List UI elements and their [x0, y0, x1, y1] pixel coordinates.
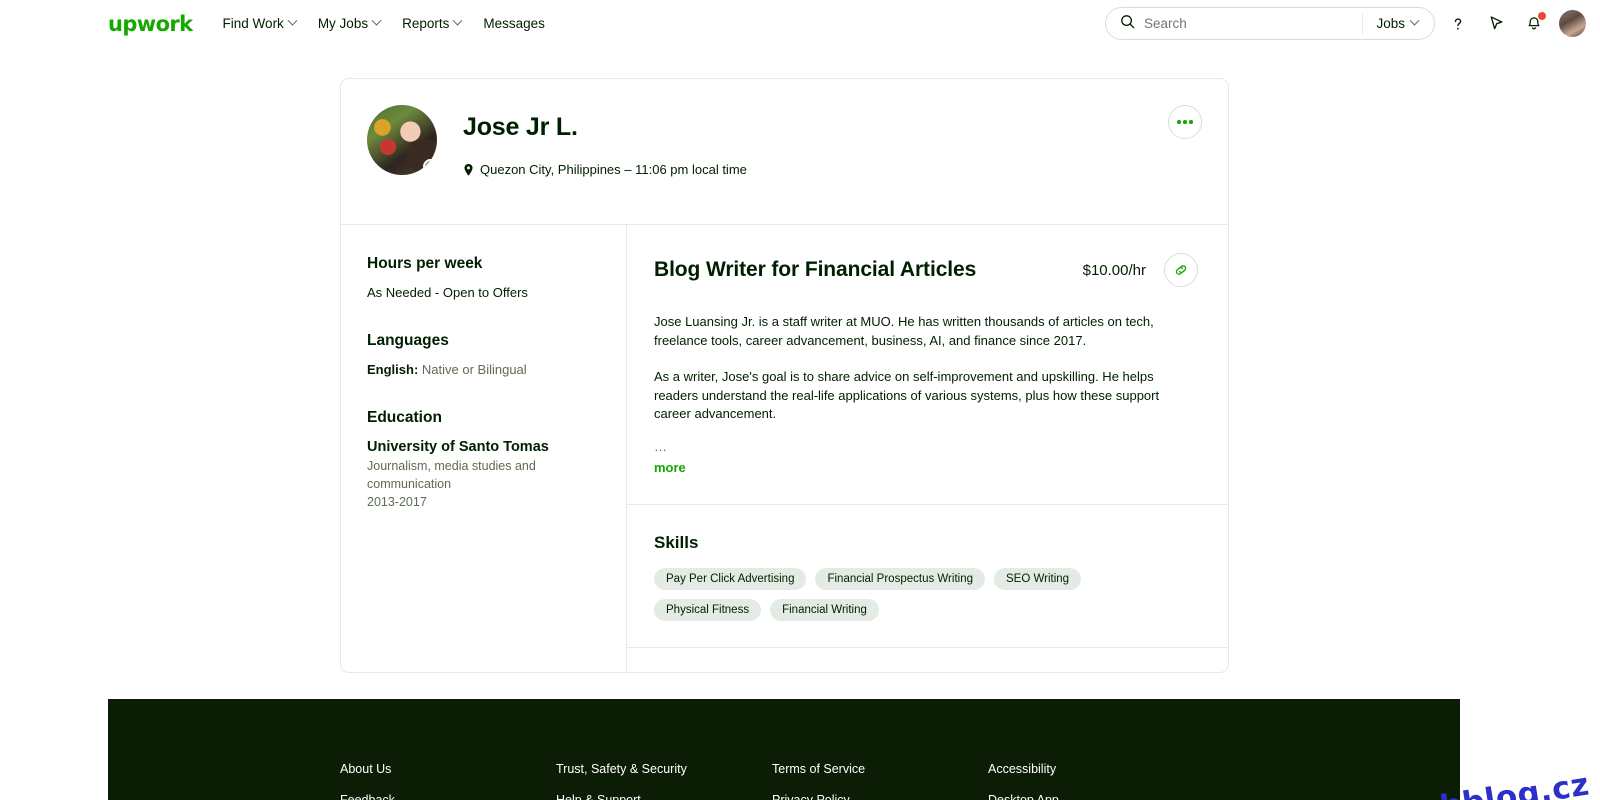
- profile-sidebar: Hours per week As Needed - Open to Offer…: [341, 225, 627, 672]
- site-footer: About Us Feedback Trust, Safety & Securi…: [108, 699, 1460, 800]
- profile-identity: Jose Jr L. Quezon City, Philippines – 11…: [463, 105, 747, 224]
- language-name: English:: [367, 362, 419, 377]
- nav-item-my-jobs[interactable]: My Jobs: [317, 15, 382, 31]
- header-right-controls: Jobs: [1105, 7, 1586, 40]
- footer-link-desktop-app[interactable]: Desktop App: [988, 793, 1204, 800]
- footer-column: Accessibility Desktop App: [988, 762, 1204, 800]
- search-scope-label: Jobs: [1376, 16, 1405, 31]
- language-row: English: Native or Bilingual: [367, 362, 600, 377]
- profile-body: Hours per week As Needed - Open to Offer…: [341, 225, 1228, 672]
- languages-heading: Languages: [367, 332, 449, 349]
- top-navigation-bar: upwork Find Work My Jobs Reports Message…: [0, 0, 1600, 47]
- nav-label: Reports: [402, 16, 450, 31]
- user-avatar[interactable]: [1559, 10, 1586, 37]
- chevron-down-icon: [452, 15, 463, 26]
- description-truncation: …: [654, 439, 667, 455]
- job-link-button[interactable]: [1164, 253, 1198, 287]
- skill-chip[interactable]: Pay Per Click Advertising: [654, 568, 807, 591]
- job-section: Blog Writer for Financial Articles $10.0…: [627, 225, 1228, 506]
- skills-heading: Skills: [654, 533, 699, 553]
- help-icon: [1454, 17, 1462, 30]
- hours-section: Hours per week As Needed - Open to Offer…: [367, 255, 600, 300]
- profile-location: Quezon City, Philippines – 11:06 pm loca…: [463, 162, 747, 177]
- profile-location-text: Quezon City, Philippines – 11:06 pm loca…: [480, 162, 747, 177]
- education-degree: Journalism, media studies and communicat…: [367, 459, 536, 491]
- education-heading: Education: [367, 409, 442, 426]
- footer-columns: About Us Feedback Trust, Safety & Securi…: [340, 762, 1460, 800]
- nav-item-reports[interactable]: Reports: [402, 15, 463, 31]
- upwork-logo[interactable]: upwork: [108, 12, 193, 36]
- main-nav: Find Work My Jobs Reports Messages: [222, 15, 545, 31]
- description-paragraph: Jose Luansing Jr. is a staff writer at M…: [654, 314, 1154, 348]
- footer-link-feedback[interactable]: Feedback: [340, 793, 556, 800]
- hours-heading: Hours per week: [367, 255, 483, 272]
- nav-label: Messages: [483, 16, 545, 31]
- footer-link-terms[interactable]: Terms of Service: [772, 762, 988, 776]
- ellipsis-icon: [1177, 120, 1181, 124]
- skills-list: Pay Per Click Advertising Financial Pros…: [654, 568, 1174, 622]
- search-scope-dropdown[interactable]: Jobs: [1363, 15, 1434, 31]
- nav-label: Find Work: [222, 16, 284, 31]
- show-more-link[interactable]: more: [654, 459, 686, 478]
- education-school: University of Santo Tomas: [367, 439, 549, 455]
- chevron-down-icon: [1409, 15, 1420, 26]
- ellipsis-icon: [1183, 120, 1187, 124]
- status-badge: [423, 159, 437, 174]
- job-rate: $10.00/hr: [1082, 261, 1146, 279]
- footer-link-accessibility[interactable]: Accessibility: [988, 762, 1204, 776]
- skills-section: Skills Pay Per Click Advertising Financi…: [627, 505, 1228, 649]
- notifications-button[interactable]: [1519, 9, 1549, 39]
- notification-badge: [1538, 11, 1546, 20]
- footer-column: Terms of Service Privacy Policy: [772, 762, 988, 800]
- profile-avatar[interactable]: [367, 105, 437, 175]
- footer-column: About Us Feedback: [340, 762, 556, 800]
- search-bar[interactable]: Jobs: [1105, 7, 1435, 40]
- nav-item-find-work[interactable]: Find Work: [222, 15, 298, 31]
- skill-chip[interactable]: SEO Writing: [993, 568, 1082, 591]
- nav-item-messages[interactable]: Messages: [483, 16, 545, 31]
- skill-chip[interactable]: Financial Writing: [770, 599, 879, 622]
- profile-menu-button[interactable]: [1168, 105, 1202, 139]
- footer-link-trust-safety[interactable]: Trust, Safety & Security: [556, 762, 772, 776]
- description-paragraph: As a writer, Jose's goal is to share adv…: [654, 368, 1160, 422]
- link-icon: [1175, 265, 1187, 275]
- search-icon: [1120, 14, 1135, 34]
- ellipsis-icon: [1189, 120, 1193, 124]
- cursor-icon: [1490, 16, 1502, 30]
- skill-chip[interactable]: Financial Prospectus Writing: [815, 568, 985, 591]
- language-level: Native or Bilingual: [418, 362, 527, 377]
- footer-link-privacy[interactable]: Privacy Policy: [772, 793, 988, 800]
- chevron-down-icon: [371, 15, 382, 26]
- languages-section: Languages English: Native or Bilingual: [367, 332, 600, 377]
- footer-link-help-support[interactable]: Help & Support: [556, 793, 772, 800]
- help-button[interactable]: [1443, 9, 1473, 39]
- footer-link-about-us[interactable]: About Us: [340, 762, 556, 776]
- nav-label: My Jobs: [317, 16, 369, 31]
- chevron-down-icon: [287, 15, 298, 26]
- profile-main: Blog Writer for Financial Articles $10.0…: [627, 225, 1228, 672]
- profile-header: Jose Jr L. Quezon City, Philippines – 11…: [341, 79, 1228, 224]
- profile-card: Jose Jr L. Quezon City, Philippines – 11…: [340, 78, 1229, 673]
- location-pin-icon: [464, 163, 473, 176]
- footer-column: Trust, Safety & Security Help & Support: [556, 762, 772, 800]
- hours-value: As Needed - Open to Offers: [367, 285, 528, 300]
- profile-name: Jose Jr L.: [463, 113, 578, 141]
- skill-chip[interactable]: Physical Fitness: [654, 599, 762, 622]
- search-input[interactable]: [1144, 16, 1363, 31]
- cursor-button[interactable]: [1481, 9, 1511, 39]
- education-years: 2013-2017: [367, 494, 427, 509]
- job-title: Blog Writer for Financial Articles: [654, 258, 977, 281]
- main-bottom-spacer: [627, 648, 1228, 672]
- job-description: Jose Luansing Jr. is a staff writer at M…: [654, 313, 1198, 478]
- education-section: Education University of Santo Tomas Jour…: [367, 409, 600, 511]
- job-header-row: Blog Writer for Financial Articles $10.0…: [654, 253, 1198, 287]
